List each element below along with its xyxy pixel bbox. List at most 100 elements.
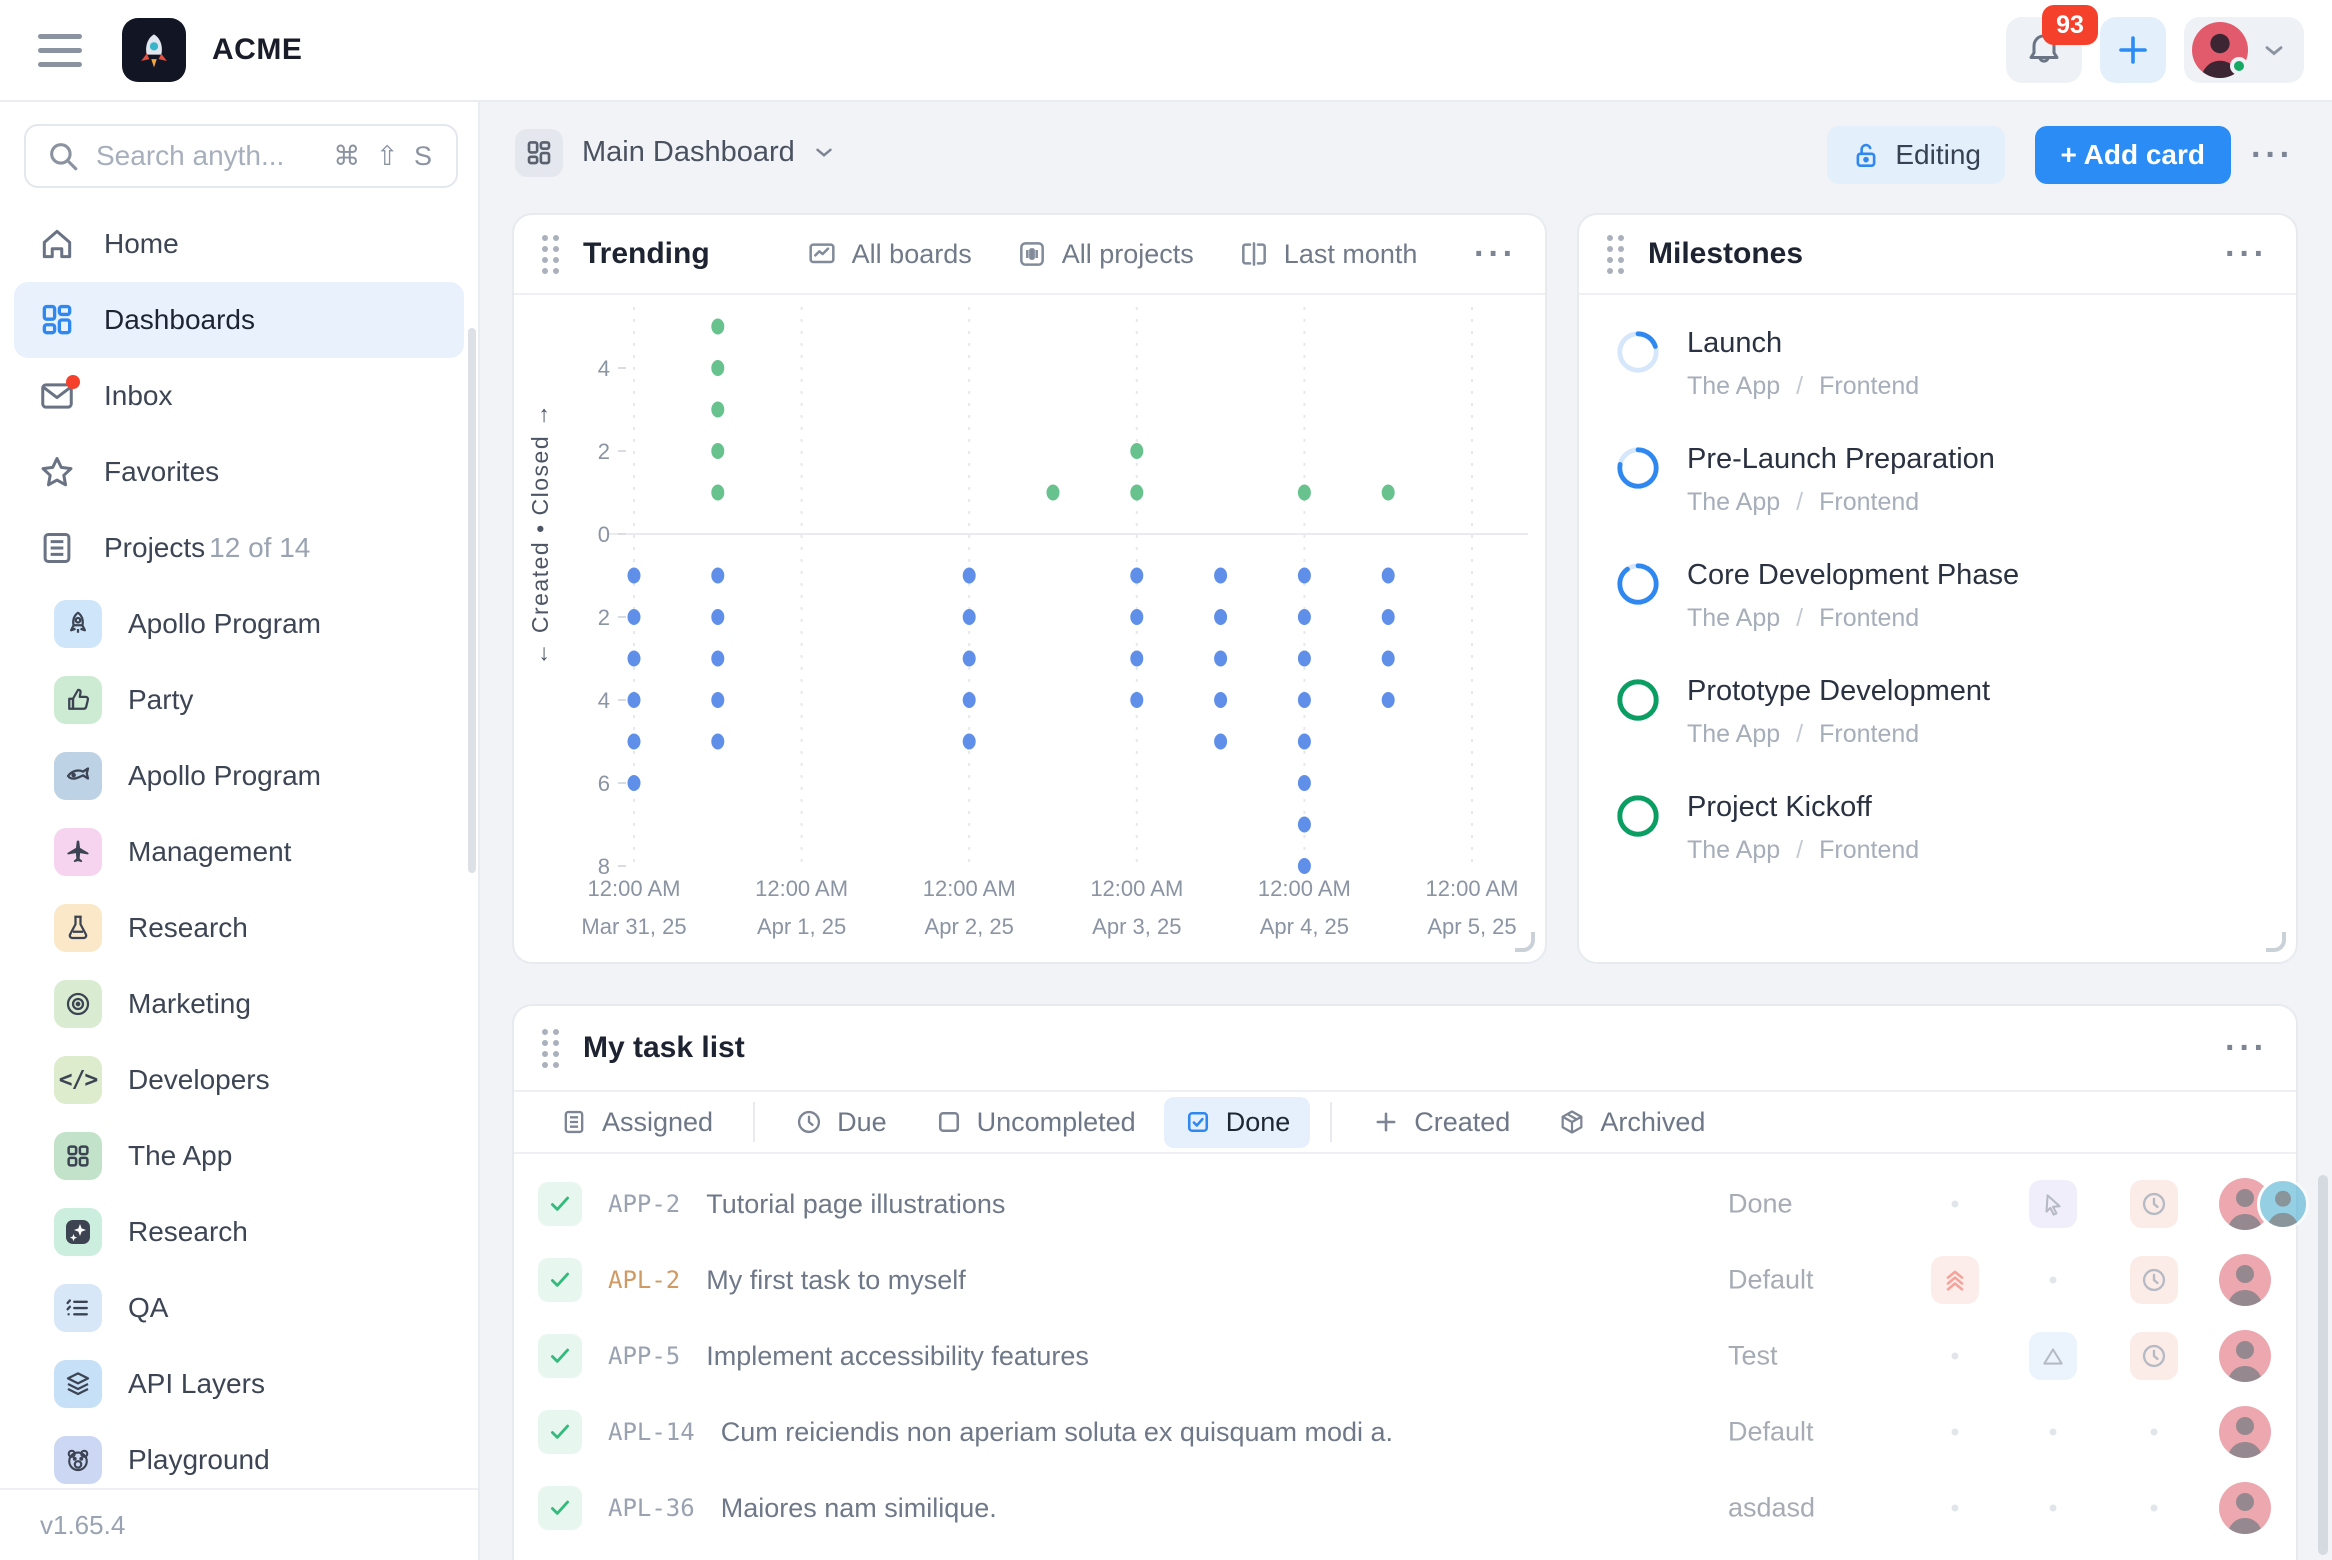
task-status[interactable]: Default xyxy=(1728,1417,1814,1448)
task-status[interactable]: Done xyxy=(1728,1189,1793,1220)
task-row[interactable]: APL-2 My first task to myself Default xyxy=(514,1242,2296,1318)
priority-medium-icon[interactable] xyxy=(2029,1332,2077,1380)
sidebar-project-management[interactable]: Management xyxy=(14,814,464,890)
card-more-button[interactable]: ··· xyxy=(1474,237,1517,271)
milestone-project[interactable]: The App xyxy=(1687,836,1780,865)
task-title[interactable]: Maiores nam similique. xyxy=(721,1493,997,1524)
task-title[interactable]: Cum reiciendis non aperiam soluta ex qui… xyxy=(721,1417,1393,1448)
assignee-avatars[interactable] xyxy=(2219,1254,2271,1306)
tab-done[interactable]: Done xyxy=(1164,1097,1311,1148)
sidebar-item-inbox[interactable]: Inbox xyxy=(14,358,464,434)
sidebar-project-research[interactable]: Research xyxy=(14,890,464,966)
sidebar-item-projects[interactable]: Projects12 of 14 xyxy=(14,510,464,586)
create-button[interactable] xyxy=(2100,17,2166,83)
task-status[interactable]: asdasd xyxy=(1728,1493,1815,1524)
add-card-button[interactable]: + Add card xyxy=(2035,126,2231,184)
milestone-row[interactable]: Core Development Phase The App/Frontend xyxy=(1579,553,2296,669)
editing-label: Editing xyxy=(1895,139,1981,171)
task-row[interactable]: APP-2 Tutorial page illustrations Done xyxy=(514,1166,2296,1242)
milestone-row[interactable]: Project Kickoff The App/Frontend xyxy=(1579,785,2296,901)
milestone-board[interactable]: Frontend xyxy=(1819,488,1919,517)
task-row[interactable]: APL-36 Maiores nam similique. asdasd xyxy=(514,1470,2296,1546)
sidebar-project-research-2[interactable]: Research xyxy=(14,1194,464,1270)
milestone-board[interactable]: Frontend xyxy=(1819,836,1919,865)
tab-due[interactable]: Due xyxy=(775,1097,907,1148)
project-label: Research xyxy=(128,912,248,944)
drag-handle-icon[interactable] xyxy=(1607,235,1624,274)
task-id: APL-2 xyxy=(608,1266,680,1294)
thumbs-up-icon xyxy=(54,676,102,724)
milestone-row[interactable]: Launch The App/Frontend xyxy=(1579,321,2296,437)
svg-text:12:00 AM: 12:00 AM xyxy=(755,876,848,901)
filter-all-projects[interactable]: All projects xyxy=(1016,238,1194,270)
milestone-board[interactable]: Frontend xyxy=(1819,372,1919,401)
assignee-avatars[interactable] xyxy=(2219,1330,2271,1382)
milestone-row[interactable]: Prototype Development The App/Frontend xyxy=(1579,669,2296,785)
sidebar-project-qa[interactable]: QA xyxy=(14,1270,464,1346)
filter-all-boards[interactable]: All boards xyxy=(806,238,972,270)
sidebar-project-developers[interactable]: </> Developers xyxy=(14,1042,464,1118)
profile-menu[interactable] xyxy=(2184,17,2304,83)
tab-archived[interactable]: Archived xyxy=(1538,1097,1725,1148)
done-checkbox-icon[interactable] xyxy=(538,1334,582,1378)
sidebar-project-apollo-program[interactable]: Apollo Program xyxy=(14,586,464,662)
clock-icon[interactable] xyxy=(2130,1180,2178,1228)
hamburger-menu-icon[interactable] xyxy=(38,22,94,78)
search-input[interactable] xyxy=(96,140,317,172)
filter-label: All boards xyxy=(852,239,972,270)
acme-logo[interactable] xyxy=(122,18,186,82)
resize-handle[interactable] xyxy=(2266,932,2286,952)
assignee-avatars[interactable] xyxy=(2219,1482,2271,1534)
notifications-button[interactable]: 93 xyxy=(2006,17,2082,83)
task-status[interactable]: Test xyxy=(1728,1341,1778,1372)
task-row[interactable]: APP-5 Implement accessibility features T… xyxy=(514,1318,2296,1394)
milestone-board[interactable]: Frontend xyxy=(1819,720,1919,749)
editing-button[interactable]: Editing xyxy=(1827,126,2005,184)
dashboard-selector[interactable]: Main Dashboard xyxy=(582,102,837,202)
tab-label: Uncompleted xyxy=(977,1107,1136,1138)
milestone-project[interactable]: The App xyxy=(1687,488,1780,517)
task-title[interactable]: My first task to myself xyxy=(706,1265,966,1296)
sidebar-project-the-app[interactable]: The App xyxy=(14,1118,464,1194)
sidebar-project-apollo-program-2[interactable]: Apollo Program xyxy=(14,738,464,814)
filter-last-month[interactable]: Last month xyxy=(1238,238,1418,270)
task-title[interactable]: Tutorial page illustrations xyxy=(706,1189,1005,1220)
tab-created[interactable]: Created xyxy=(1352,1097,1530,1148)
search-box[interactable]: ⌘ ⇧ S xyxy=(24,124,458,188)
priority-urgent-icon[interactable] xyxy=(1931,1256,1979,1304)
tab-assigned[interactable]: Assigned xyxy=(540,1097,733,1148)
drag-handle-icon[interactable] xyxy=(542,235,559,274)
drag-handle-icon[interactable] xyxy=(542,1029,559,1068)
milestone-board[interactable]: Frontend xyxy=(1819,604,1919,633)
sidebar-item-favorites[interactable]: Favorites xyxy=(14,434,464,510)
cursor-icon[interactable] xyxy=(2029,1180,2077,1228)
assignee-avatars[interactable] xyxy=(2219,1178,2309,1230)
page-more-button[interactable]: ··· xyxy=(2251,138,2294,172)
clock-icon[interactable] xyxy=(2130,1332,2178,1380)
done-checkbox-icon[interactable] xyxy=(538,1182,582,1226)
sidebar-item-home[interactable]: Home xyxy=(14,206,464,282)
sidebar-project-playground[interactable]: Playground xyxy=(14,1422,464,1498)
task-title[interactable]: Implement accessibility features xyxy=(706,1341,1089,1372)
sidebar-project-api-layers[interactable]: API Layers xyxy=(14,1346,464,1422)
milestone-row[interactable]: Pre-Launch Preparation The App/Frontend xyxy=(1579,437,2296,553)
done-checkbox-icon[interactable] xyxy=(538,1486,582,1530)
assignee-avatars[interactable] xyxy=(2219,1406,2271,1458)
layers-icon xyxy=(54,1360,102,1408)
tab-uncompleted[interactable]: Uncompleted xyxy=(915,1097,1156,1148)
done-checkbox-icon[interactable] xyxy=(538,1410,582,1454)
sidebar-project-marketing[interactable]: Marketing xyxy=(14,966,464,1042)
sidebar-project-party[interactable]: Party xyxy=(14,662,464,738)
task-status[interactable]: Default xyxy=(1728,1265,1814,1296)
milestone-project[interactable]: The App xyxy=(1687,372,1780,401)
card-more-button[interactable]: ··· xyxy=(2225,237,2268,271)
sidebar-scrollbar[interactable] xyxy=(468,328,476,873)
milestone-project[interactable]: The App xyxy=(1687,604,1780,633)
page-scrollbar[interactable] xyxy=(2318,1175,2328,1555)
sidebar-item-dashboards[interactable]: Dashboards xyxy=(14,282,464,358)
task-row[interactable]: APL-14 Cum reiciendis non aperiam soluta… xyxy=(514,1394,2296,1470)
done-checkbox-icon[interactable] xyxy=(538,1258,582,1302)
clock-icon[interactable] xyxy=(2130,1256,2178,1304)
card-more-button[interactable]: ··· xyxy=(2225,1031,2268,1065)
milestone-project[interactable]: The App xyxy=(1687,720,1780,749)
